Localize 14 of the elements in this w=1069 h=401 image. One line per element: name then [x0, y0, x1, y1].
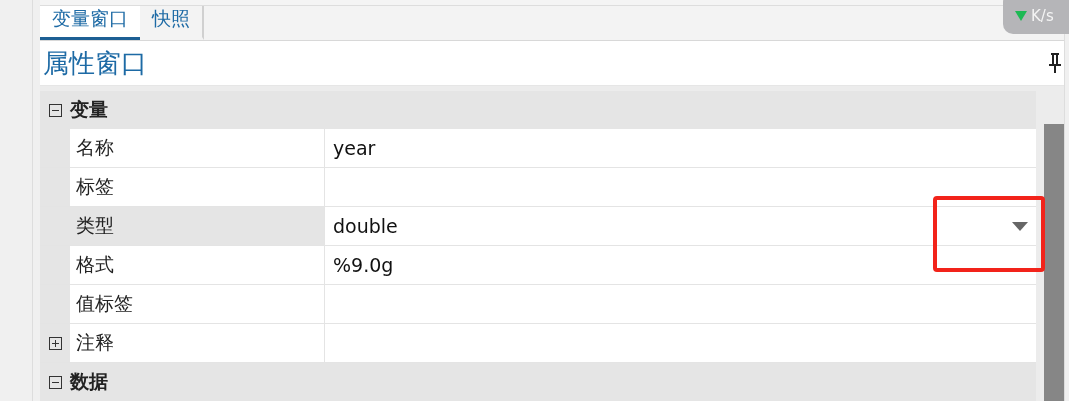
scrollbar-thumb[interactable]: [1044, 124, 1064, 401]
pin-icon[interactable]: [1048, 52, 1062, 75]
panel-title: 属性窗口: [43, 46, 147, 80]
property-value[interactable]: %9.0g: [333, 254, 394, 276]
tab[interactable]: 变量窗口: [40, 6, 140, 41]
property-name[interactable]: 类型: [70, 207, 325, 245]
group-header[interactable]: 变量: [40, 91, 1036, 129]
property-value[interactable]: year: [333, 137, 376, 159]
property-value[interactable]: double: [333, 215, 398, 237]
down-arrow-icon: [1015, 11, 1027, 21]
speed-label: K/s: [1031, 7, 1054, 25]
dropdown-arrow-icon[interactable]: [1012, 221, 1028, 231]
group-header[interactable]: 数据: [40, 363, 1036, 401]
tab[interactable]: 快照: [140, 6, 204, 41]
